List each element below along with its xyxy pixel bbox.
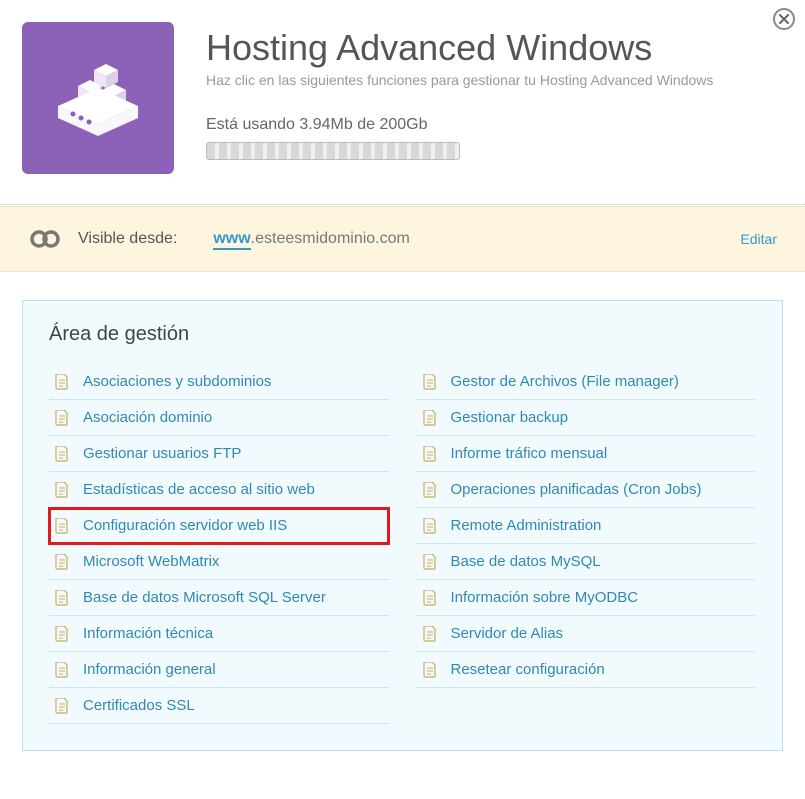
document-icon: [55, 626, 69, 642]
document-icon: [55, 662, 69, 678]
management-row: Información sobre MyODBC: [417, 580, 757, 616]
management-row: Estadísticas de acceso al sitio web: [49, 472, 389, 508]
management-link[interactable]: Servidor de Alias: [451, 625, 564, 642]
management-row: Operaciones planificadas (Cron Jobs): [417, 472, 757, 508]
management-row: Resetear configuración: [417, 652, 757, 688]
link-icon: [28, 225, 62, 253]
management-link[interactable]: Asociación dominio: [83, 409, 212, 426]
document-icon: [55, 410, 69, 426]
management-link[interactable]: Asociaciones y subdominios: [83, 373, 271, 390]
management-link[interactable]: Resetear configuración: [451, 661, 605, 678]
management-link[interactable]: Información técnica: [83, 625, 213, 642]
document-icon: [55, 446, 69, 462]
management-panel: Área de gestión Asociaciones y subdomini…: [22, 300, 783, 751]
usage-text: Está usando 3.94Mb de 200Gb: [206, 116, 777, 134]
document-icon: [423, 374, 437, 390]
visible-from-label: Visible desde:: [78, 230, 177, 248]
management-row: Base de datos Microsoft SQL Server: [49, 580, 389, 616]
management-row: Gestor de Archivos (File manager): [417, 364, 757, 400]
document-icon: [423, 554, 437, 570]
management-row: Informe tráfico mensual: [417, 436, 757, 472]
management-row: Microsoft WebMatrix: [49, 544, 389, 580]
management-link[interactable]: Información sobre MyODBC: [451, 589, 639, 606]
management-row: Información técnica: [49, 616, 389, 652]
domain-rest: .esteesmidominio.com: [251, 230, 410, 247]
management-link[interactable]: Informe tráfico mensual: [451, 445, 608, 462]
management-link[interactable]: Base de datos MySQL: [451, 553, 601, 570]
edit-link[interactable]: Editar: [740, 231, 777, 247]
usage-progress-bar: [206, 142, 460, 160]
page-title: Hosting Advanced Windows: [206, 28, 777, 68]
management-link[interactable]: Remote Administration: [451, 517, 602, 534]
management-row: Gestionar backup: [417, 400, 757, 436]
management-link[interactable]: Información general: [83, 661, 216, 678]
domain-www[interactable]: www: [213, 230, 250, 250]
management-row: Gestionar usuarios FTP: [49, 436, 389, 472]
header: Hosting Advanced Windows Haz clic en las…: [0, 0, 805, 205]
close-icon: [779, 14, 789, 24]
management-link[interactable]: Gestor de Archivos (File manager): [451, 373, 679, 390]
domain-bar: Visible desde: www.esteesmidominio.com E…: [0, 206, 805, 272]
domain-url[interactable]: www.esteesmidominio.com: [213, 230, 410, 248]
document-icon: [423, 626, 437, 642]
document-icon: [423, 590, 437, 606]
management-row: Configuración servidor web IIS: [49, 508, 389, 544]
document-icon: [55, 554, 69, 570]
document-icon: [55, 518, 69, 534]
document-icon: [423, 446, 437, 462]
management-row: Asociaciones y subdominios: [49, 364, 389, 400]
document-icon: [423, 518, 437, 534]
management-link[interactable]: Estadísticas de acceso al sitio web: [83, 481, 315, 498]
hosting-icon: [48, 48, 148, 148]
product-icon: [22, 22, 174, 174]
management-row: Información general: [49, 652, 389, 688]
header-content: Hosting Advanced Windows Haz clic en las…: [206, 22, 777, 174]
management-link[interactable]: Operaciones planificadas (Cron Jobs): [451, 481, 702, 498]
management-row: Servidor de Alias: [417, 616, 757, 652]
management-row: Base de datos MySQL: [417, 544, 757, 580]
management-link[interactable]: Configuración servidor web IIS: [83, 517, 287, 534]
management-link[interactable]: Microsoft WebMatrix: [83, 553, 219, 570]
management-link[interactable]: Base de datos Microsoft SQL Server: [83, 589, 326, 606]
close-button[interactable]: [773, 8, 795, 30]
page-subtitle: Haz clic en las siguientes funciones par…: [206, 72, 777, 88]
management-row: Remote Administration: [417, 508, 757, 544]
document-icon: [55, 590, 69, 606]
management-link[interactable]: Gestionar backup: [451, 409, 569, 426]
management-col-left: Asociaciones y subdominios Asociación dom…: [49, 364, 389, 724]
document-icon: [423, 410, 437, 426]
management-link[interactable]: Gestionar usuarios FTP: [83, 445, 241, 462]
document-icon: [55, 374, 69, 390]
document-icon: [423, 482, 437, 498]
management-row: Asociación dominio: [49, 400, 389, 436]
management-link[interactable]: Certificados SSL: [83, 697, 195, 714]
document-icon: [423, 662, 437, 678]
management-heading: Área de gestión: [49, 323, 756, 346]
document-icon: [55, 482, 69, 498]
management-col-right: Gestor de Archivos (File manager) Gestion…: [417, 364, 757, 724]
document-icon: [55, 698, 69, 714]
management-row: Certificados SSL: [49, 688, 389, 724]
